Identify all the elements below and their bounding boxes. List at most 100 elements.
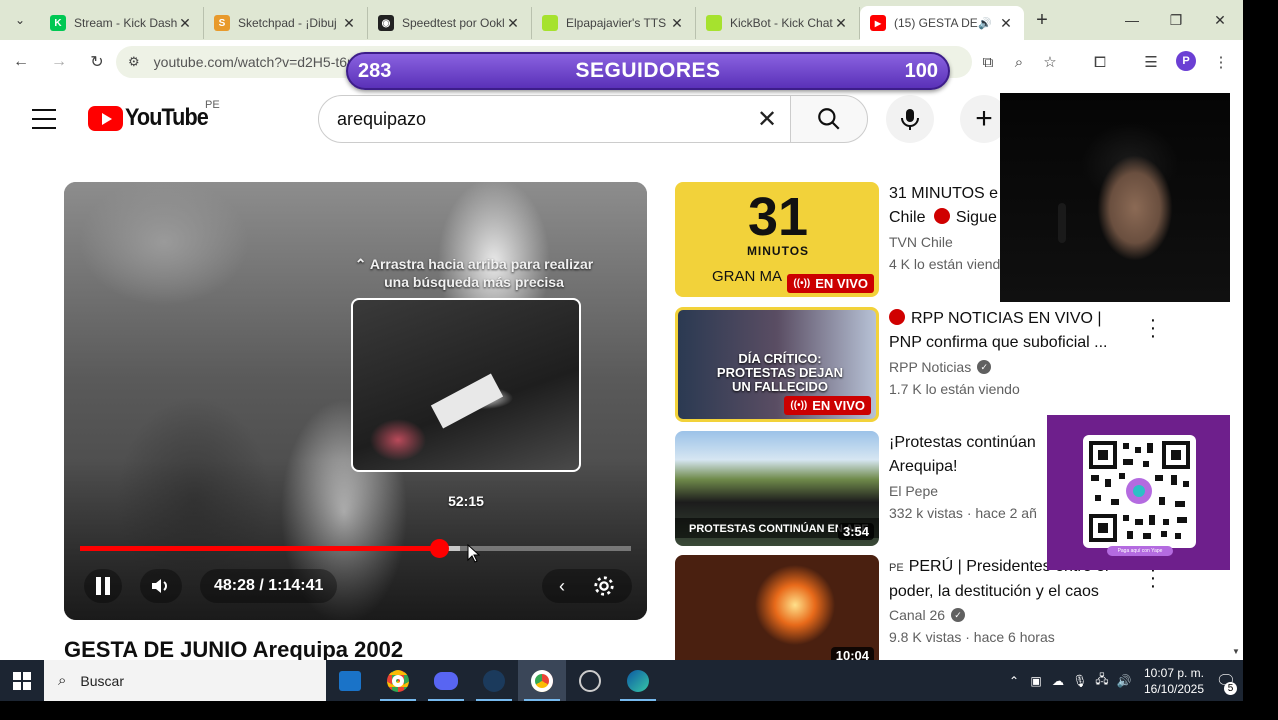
restore-button[interactable]: ❐ — [1154, 0, 1198, 40]
taskbar-clock[interactable]: 10:07 p. m. 16/10/2025 — [1139, 665, 1209, 697]
browser-tab[interactable]: K Stream - Kick Dash ✕ — [40, 7, 204, 39]
close-tab-icon[interactable]: ✕ — [505, 15, 521, 32]
recommendation-item[interactable]: PROTESTAS CONTINÚAN EN ARE 3:54 ¡Protest… — [675, 431, 1055, 546]
recommendation-item[interactable]: 31 MINUTOS GRAN MA ((•)) EN VIVO 31 MINUT… — [675, 182, 1055, 297]
live-badge: ((•)) EN VIVO — [787, 274, 874, 293]
scroll-down-icon[interactable]: ▼ — [1232, 647, 1240, 656]
new-tab-button[interactable]: + — [1024, 9, 1060, 32]
clock-time: 10:07 p. m. — [1143, 665, 1205, 680]
browser-menu-icon[interactable]: ⋮ — [1206, 47, 1236, 77]
browser-tab[interactable]: Elpapajavier's TTS ✕ — [532, 7, 696, 39]
onedrive-icon[interactable]: ☁ — [1047, 674, 1069, 688]
search-icon — [818, 108, 840, 130]
chevron-up-icon[interactable]: ⌃ — [1003, 674, 1025, 688]
pause-button[interactable] — [84, 569, 122, 603]
player-right-controls: ‹ — [542, 569, 632, 603]
mouse-cursor-icon — [467, 544, 480, 563]
search-input[interactable]: arequipazo ✕ — [318, 95, 791, 143]
clear-search-icon[interactable]: ✕ — [752, 104, 782, 134]
browser-tab[interactable]: KickBot - Kick Chat ✕ — [696, 7, 860, 39]
youtube-logo[interactable]: YouTube — [88, 104, 217, 132]
media-control-icon[interactable]: ☰ — [1136, 47, 1166, 77]
volume-icon — [152, 579, 167, 593]
hamburger-menu-icon[interactable] — [32, 106, 56, 132]
zoom-icon[interactable]: ⌕ — [1004, 47, 1034, 77]
close-tab-icon[interactable]: ✕ — [341, 15, 357, 32]
back-button[interactable]: ← — [4, 45, 38, 79]
taskbar-chrome-2[interactable] — [518, 660, 566, 701]
close-tab-icon[interactable]: ✕ — [833, 15, 849, 32]
webcam-overlay — [1000, 93, 1243, 302]
clock-date: 16/10/2025 — [1143, 681, 1205, 696]
volume-icon[interactable]: 🔊 — [1113, 674, 1135, 688]
tab-strip: ⌄ K Stream - Kick Dash ✕ S Sketchpad - ¡… — [0, 0, 1243, 40]
speaker-icon[interactable]: 🔊 — [978, 17, 992, 30]
thumbnail-text: DÍA CRÍTICO: PROTESTAS DEJAN UN FALLECID… — [716, 351, 844, 394]
tab-search-button[interactable]: ⌄ — [0, 0, 40, 40]
chevron-left-icon[interactable]: ‹ — [559, 576, 565, 597]
more-actions-icon[interactable]: · · · — [1148, 310, 1158, 346]
speedtest-icon: ◉ — [378, 15, 394, 31]
taskbar-edge[interactable] — [614, 660, 662, 701]
page-scrollbar[interactable]: ▼ — [1230, 84, 1243, 660]
bookmark-star-icon[interactable]: ☆ — [1035, 47, 1065, 77]
profile-avatar[interactable]: P — [1176, 51, 1196, 71]
recommendation-title[interactable]: RPP NOTICIAS EN VIVO | PNP confirma que … — [889, 307, 1139, 355]
recommendation-item[interactable]: 10:04 PE PERÚ | Presidentes entre el pode… — [675, 555, 1109, 670]
start-button[interactable] — [0, 660, 44, 701]
taskbar-outlook[interactable] — [326, 660, 374, 701]
duration-badge: 3:54 — [837, 523, 874, 540]
drag-tip-line: ⌃ Arrastra hacia arriba para realizar — [354, 256, 594, 272]
minimize-button[interactable]: — — [1110, 0, 1154, 40]
network-icon[interactable]: 🖧 — [1091, 670, 1113, 691]
close-tab-icon[interactable]: ✕ — [669, 15, 685, 32]
search-button[interactable] — [790, 95, 868, 143]
reload-button[interactable]: ↻ — [80, 45, 114, 79]
video-thumbnail[interactable]: DÍA CRÍTICO: PROTESTAS DEJAN UN FALLECID… — [675, 307, 879, 422]
video-thumbnail[interactable]: 31 MINUTOS GRAN MA ((•)) EN VIVO — [675, 182, 879, 297]
31-minutos-logo: 31 MINUTOS — [746, 187, 810, 258]
microphone-icon[interactable]: 🎙 — [1069, 674, 1091, 688]
close-tab-icon[interactable]: ✕ — [177, 15, 193, 32]
search-value: arequipazo — [337, 108, 427, 129]
install-app-icon[interactable]: ⧉ — [973, 47, 1003, 77]
live-badge: ((•)) EN VIVO — [784, 396, 871, 415]
video-thumbnail[interactable]: PROTESTAS CONTINÚAN EN ARE 3:54 — [675, 431, 879, 546]
taskbar-discord[interactable] — [422, 660, 470, 701]
notification-count: 5 — [1224, 681, 1237, 695]
channel-name[interactable]: RPP Noticias ✓ — [889, 359, 1139, 375]
edge-icon — [627, 669, 649, 692]
video-player[interactable]: ⌃ Arrastra hacia arriba para realizar un… — [64, 182, 647, 620]
forward-button[interactable]: → — [42, 45, 76, 79]
tab-title: Stream - Kick Dash — [74, 16, 177, 30]
qr-code — [1083, 435, 1196, 548]
taskbar-chrome[interactable] — [374, 660, 422, 701]
browser-tab-active[interactable]: ▶ (15) GESTA DE 🔊 ✕ — [860, 6, 1024, 40]
followers-goal: 100 — [904, 59, 938, 82]
settings-gear-icon[interactable] — [593, 575, 615, 597]
volume-button[interactable] — [140, 569, 182, 603]
recommendation-item[interactable]: DÍA CRÍTICO: PROTESTAS DEJAN UN FALLECID… — [675, 307, 1107, 422]
close-window-button[interactable]: ✕ — [1198, 0, 1242, 40]
channel-name[interactable]: Canal 26 ✓ — [889, 607, 1139, 623]
taskbar-search[interactable]: ⌕ Buscar — [44, 660, 326, 701]
notifications-button[interactable]: 🗨 5 — [1209, 671, 1243, 695]
close-tab-icon[interactable]: ✕ — [998, 15, 1014, 32]
taskbar-obs[interactable] — [566, 660, 614, 701]
progress-bar[interactable] — [80, 539, 631, 558]
tab-title: (15) GESTA DE — [894, 16, 978, 30]
extensions-icon[interactable]: ⧠ — [1085, 47, 1115, 77]
followers-label: SEGUIDORES — [575, 59, 721, 82]
chrome-icon — [531, 669, 553, 692]
tab-title: Elpapajavier's TTS — [566, 16, 667, 30]
voice-search-button[interactable] — [886, 95, 934, 143]
site-info-icon[interactable]: ⚙ — [128, 54, 140, 70]
browser-tab[interactable]: ◉ Speedtest por Ookl ✕ — [368, 7, 532, 39]
tts-icon — [542, 15, 558, 31]
headset-icon — [1058, 203, 1066, 243]
meet-now-icon[interactable]: ▣ — [1025, 674, 1047, 688]
followers-current: 283 — [358, 59, 392, 82]
browser-tab[interactable]: S Sketchpad - ¡Dibuj ✕ — [204, 7, 368, 39]
video-thumbnail[interactable]: 10:04 — [675, 555, 879, 670]
taskbar-steam[interactable] — [470, 660, 518, 701]
